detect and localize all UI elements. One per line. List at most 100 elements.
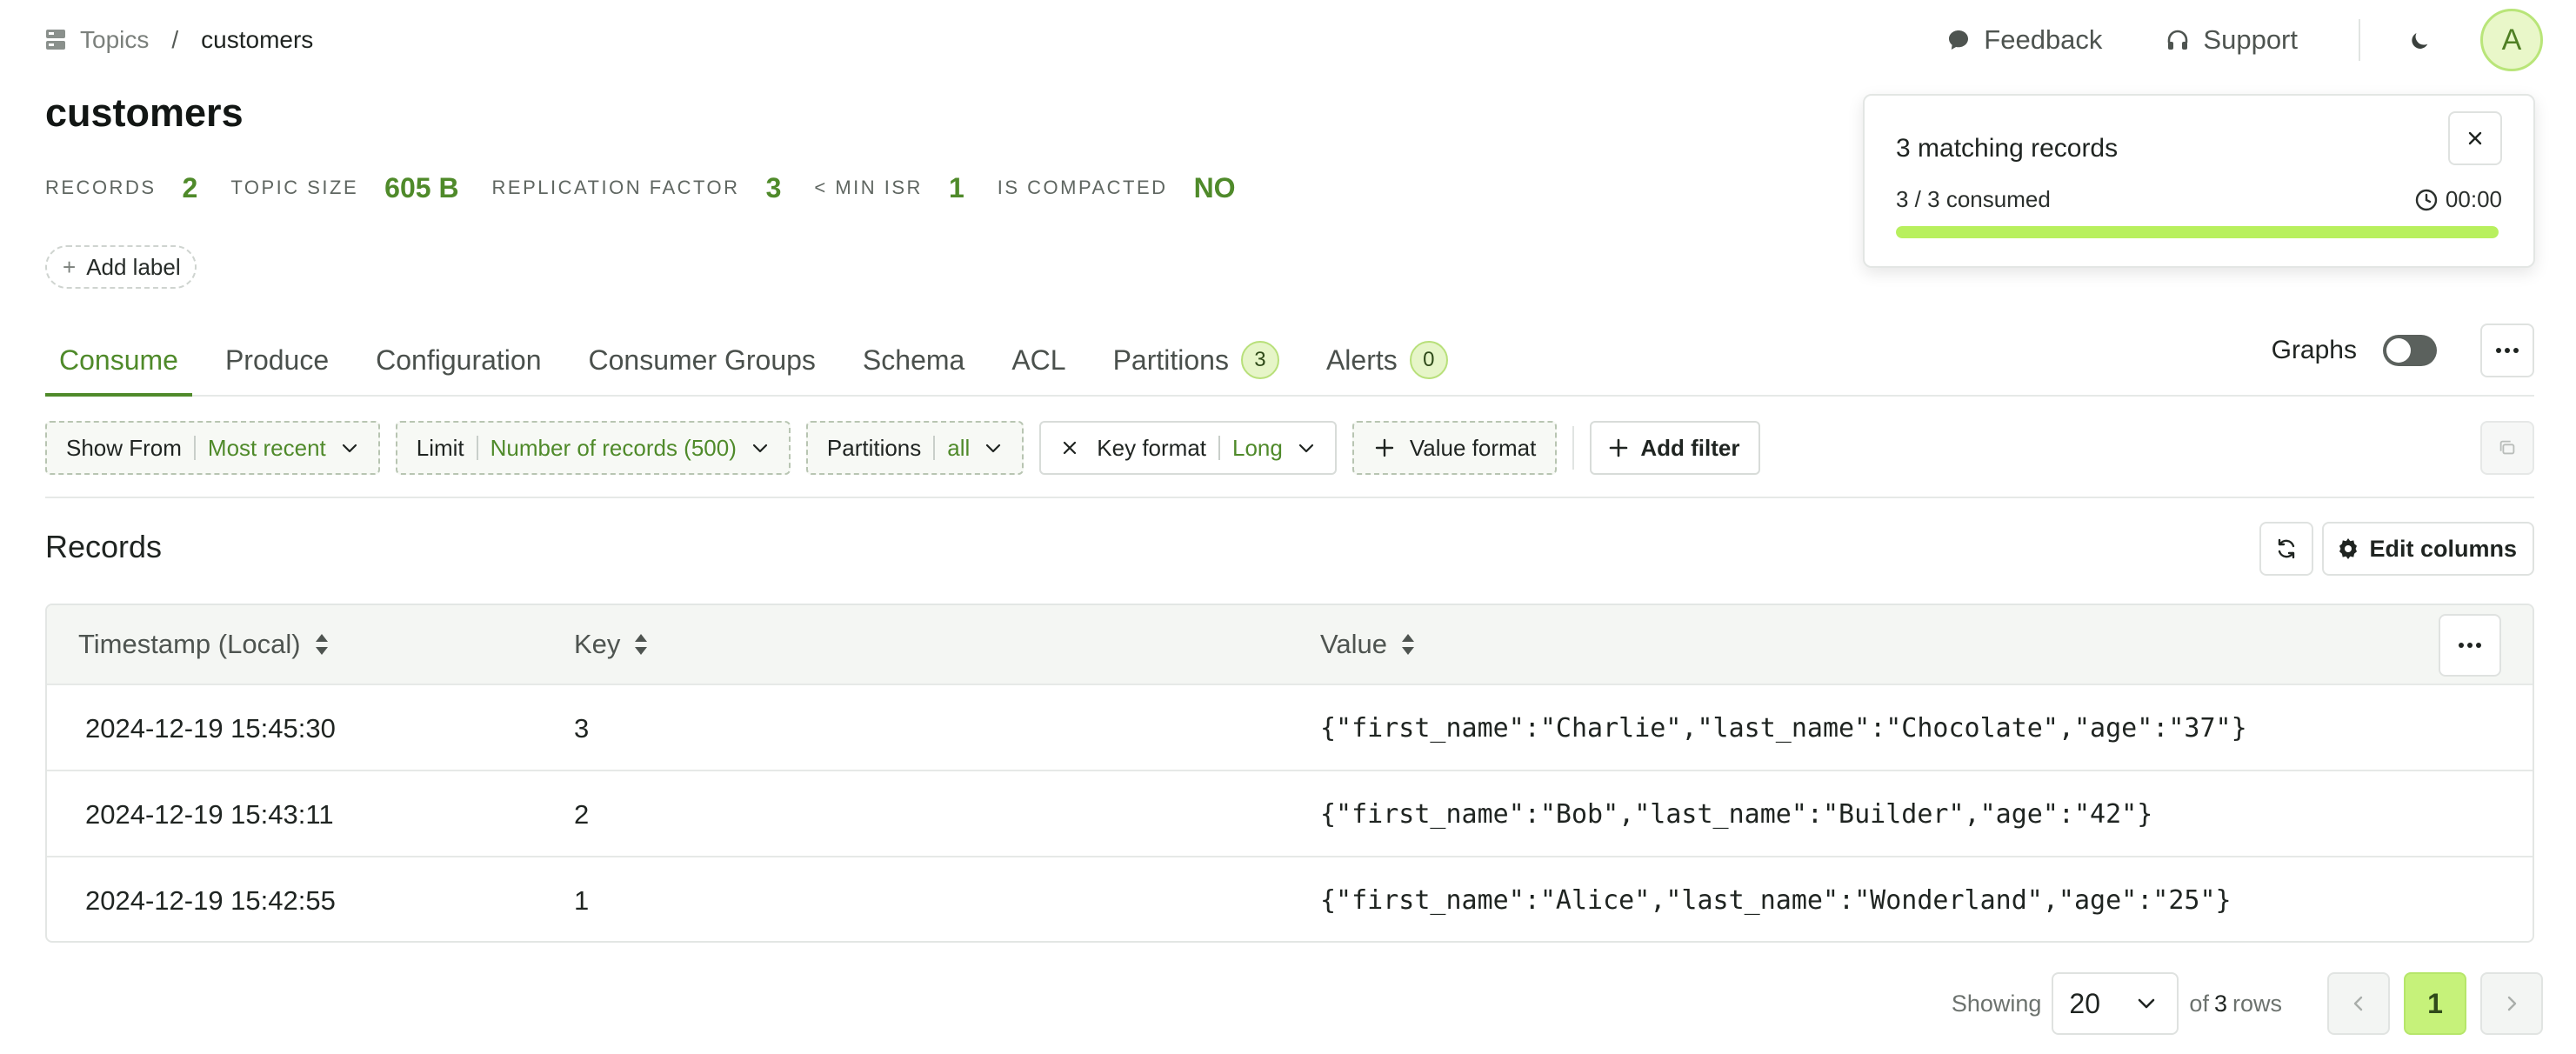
column-header-key[interactable]: Key [574,605,650,684]
table-row[interactable]: 2024-12-19 15:45:30 3 {"first_name":"Cha… [47,684,2533,770]
cell-key: 3 [574,712,590,744]
value-format-filter[interactable]: Value format [1351,421,1558,475]
records-actions: Edit columns [2259,522,2534,576]
tabs-more-button[interactable] [2480,324,2534,377]
chevron-down-icon [751,438,770,457]
show-from-filter[interactable]: Show From Most recent [45,421,380,475]
close-icon[interactable] [1060,438,1079,457]
stat-topic-size-value: 605 B [384,171,459,203]
stat-min-isr-label: < Min ISR [814,177,923,198]
stat-topic-size-label: Topic size [230,177,359,198]
stat-compacted-value: NO [1193,171,1236,203]
support-link[interactable]: Support [2165,24,2298,56]
total-rows: 3 [2213,990,2227,1017]
tab-produce[interactable]: Produce [211,334,343,395]
filter-label: Partitions [826,434,922,461]
filter-value: Long [1232,434,1283,461]
stat-compacted-label: Is compacted [997,177,1168,198]
close-icon [2465,128,2486,149]
chevron-right-icon [2502,994,2521,1013]
limit-filter[interactable]: Limit Number of records (500) [395,421,791,475]
column-header-label: Value [1320,629,1387,659]
topic-tabs: Consume Produce Configuration Consumer G… [45,334,2534,397]
cell-timestamp: 2024-12-19 15:42:55 [85,884,336,916]
stat-records-value: 2 [182,171,198,203]
column-header-value[interactable]: Value [1320,605,1417,684]
tab-alerts[interactable]: Alerts 0 [1312,334,1462,395]
toggle-knob [2386,338,2411,363]
topic-stats: Records 2 Topic size 605 B Replication f… [45,170,1269,205]
refresh-button[interactable] [2259,522,2314,576]
table-row[interactable]: 2024-12-19 15:43:11 2 {"first_name":"Bob… [47,770,2533,856]
previous-page-button[interactable] [2327,972,2390,1035]
copy-filters-button[interactable] [2480,421,2534,475]
chevron-down-icon [2135,992,2158,1015]
consume-progress-toast: 3 matching records 3 / 3 consumed 00:00 [1863,94,2535,268]
alerts-count-badge: 0 [1409,341,1448,379]
add-label-text: Add label [86,253,181,280]
tab-label: Configuration [376,344,542,376]
breadcrumb: Topics / customers [45,23,313,57]
add-label-button[interactable]: + Add label [45,245,197,289]
filter-label: Value format [1409,434,1537,461]
avatar[interactable]: A [2480,9,2543,71]
add-filter-label: Add filter [1640,434,1740,461]
stat-replication-label: Replication factor [491,177,740,198]
moon-icon[interactable] [2407,28,2432,52]
plus-icon: + [63,253,77,280]
page-size-select[interactable]: 20 [2052,972,2179,1035]
records-table: Timestamp (Local) Key Value 2024-12-19 1… [45,604,2534,943]
breadcrumb-current: customers [201,26,314,53]
breadcrumb-separator: / [171,26,179,53]
toast-consumed-count: 3 / 3 consumed [1896,186,2051,212]
consume-progress-fill [1896,226,2499,238]
ellipsis-icon [2495,347,2519,354]
cell-timestamp: 2024-12-19 15:43:11 [85,798,334,830]
table-row[interactable]: 2024-12-19 15:42:55 1 {"first_name":"Ali… [47,856,2533,941]
support-label: Support [2203,24,2298,55]
filter-separator [1218,436,1221,460]
page-button-current[interactable]: 1 [2404,972,2466,1035]
table-options-button[interactable] [2439,614,2501,677]
graphs-toggle[interactable] [2383,335,2437,366]
filter-label: Show From [66,434,182,461]
filter-separator [193,436,196,460]
copy-icon [2497,437,2518,458]
key-format-filter[interactable]: Key format Long [1039,421,1337,475]
tab-configuration[interactable]: Configuration [362,334,555,395]
tab-label: Schema [862,344,965,376]
column-header-timestamp[interactable]: Timestamp (Local) [78,605,330,684]
graphs-control: Graphs [2272,324,2534,377]
add-filter-button[interactable]: Add filter [1590,421,1761,475]
ellipsis-icon [2458,642,2482,649]
feedback-link[interactable]: Feedback [1945,24,2102,56]
breadcrumb-topics-link[interactable]: Topics [80,26,149,54]
tab-consumer-groups[interactable]: Consumer Groups [574,334,829,395]
showing-label: Showing [1951,990,2042,1017]
chat-bubble-icon [1945,27,1972,53]
cell-value: {"first_name":"Bob","last_name":"Builder… [1320,799,2153,830]
page-size-value: 20 [2069,987,2101,1019]
stat-min-isr-value: 1 [948,171,964,203]
tab-acl[interactable]: ACL [998,334,1079,395]
partitions-count-badge: 3 [1240,341,1279,379]
column-header-label: Timestamp (Local) [78,629,301,659]
chevron-down-icon [984,438,1003,457]
next-page-button[interactable] [2480,972,2543,1035]
stat-records-label: Records [45,177,157,198]
tab-consume[interactable]: Consume [45,334,192,397]
page-title: customers [45,90,244,135]
tab-schema[interactable]: Schema [849,334,978,395]
partitions-filter[interactable]: Partitions all [805,421,1024,475]
feedback-label: Feedback [1984,24,2103,55]
cell-value: {"first_name":"Alice","last_name":"Wonde… [1320,885,2232,916]
cell-key: 1 [574,884,590,916]
edit-columns-button[interactable]: Edit columns [2322,522,2534,576]
toast-time: 00:00 [2445,186,2502,212]
toast-close-button[interactable] [2448,111,2502,165]
tab-partitions[interactable]: Partitions 3 [1099,334,1293,395]
chevron-left-icon [2349,994,2368,1013]
filter-divider [1572,426,1575,470]
tab-label: Produce [224,344,330,376]
database-icon [45,29,66,51]
